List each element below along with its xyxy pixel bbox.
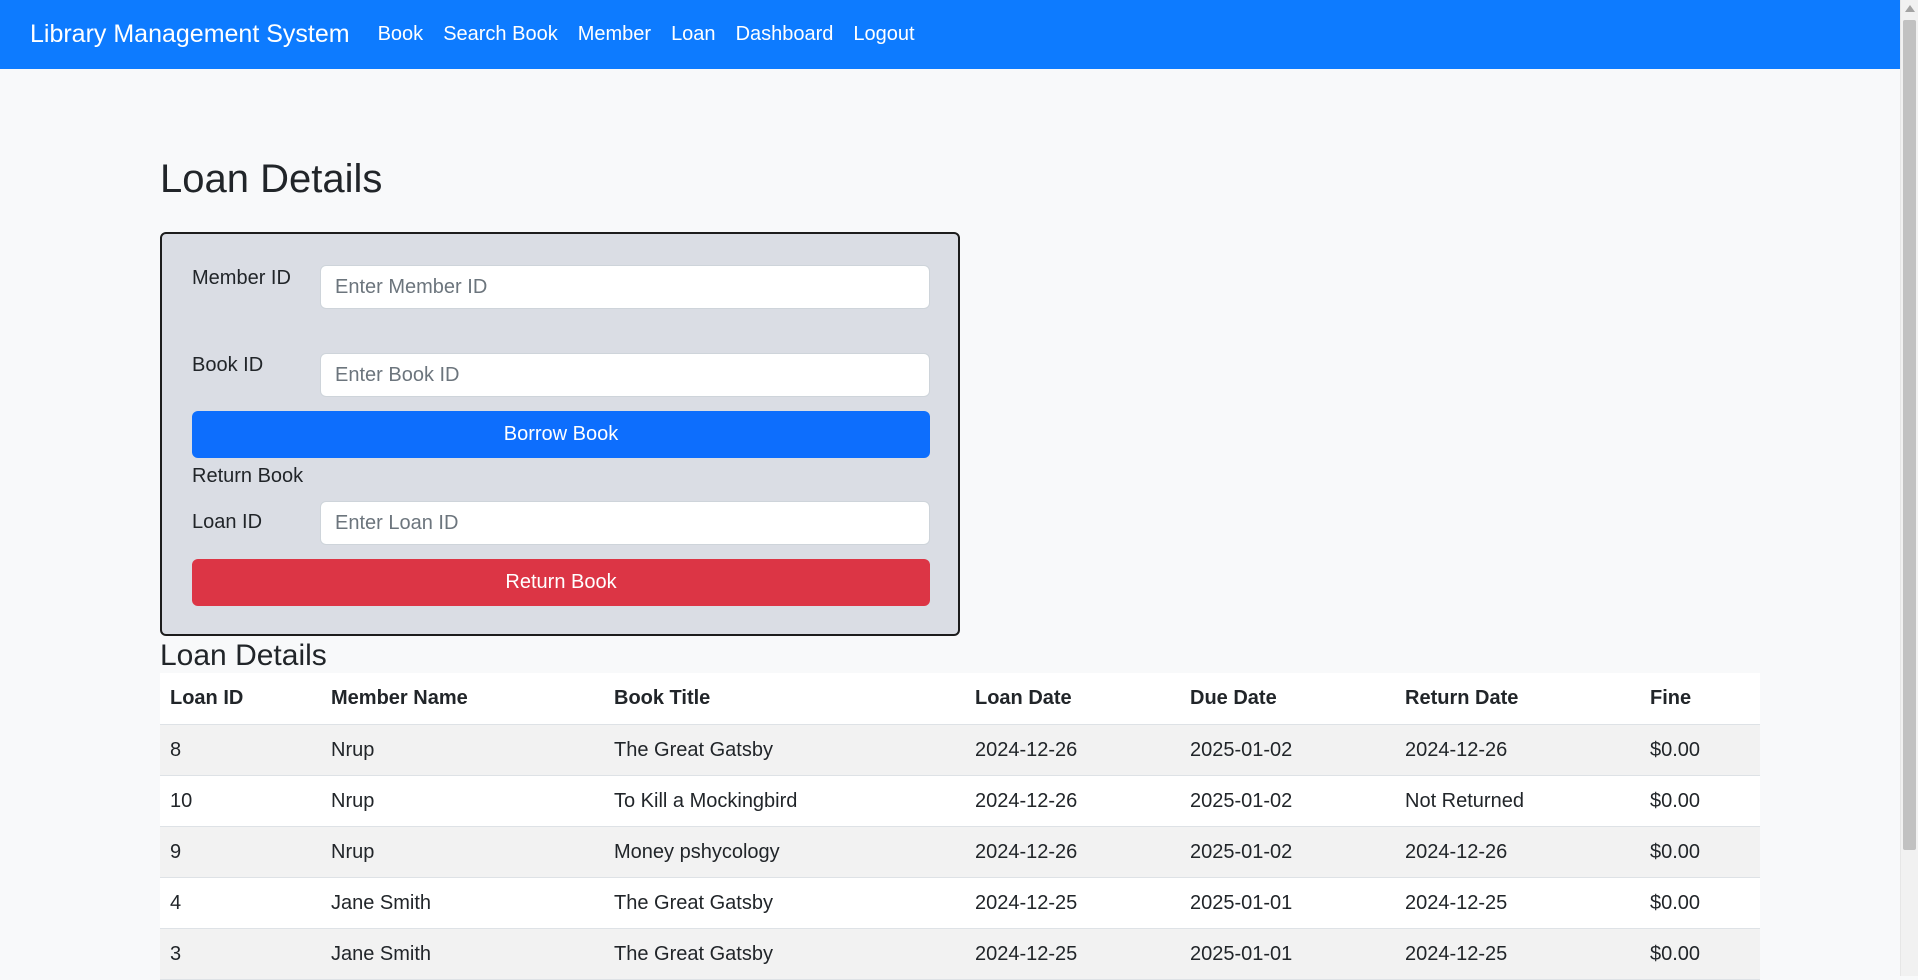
member-id-label: Member ID [192,267,291,289]
loan-form-card: Member ID Book ID Borrow Book Return Boo… [160,232,960,636]
cell-fine: $0.00 [1640,775,1760,827]
brand-link[interactable]: Library Management System [30,20,350,49]
cell-loan-id: 4 [160,877,321,929]
table-row: 4 Jane Smith The Great Gatsby 2024-12-25… [160,877,1760,929]
cell-fine: $0.00 [1640,877,1760,929]
column-header-loan-date: Loan Date [965,673,1180,725]
cell-book-title: The Great Gatsby [604,877,965,929]
table-row: 8 Nrup The Great Gatsby 2024-12-26 2025-… [160,724,1760,776]
cell-loan-date: 2024-12-25 [965,928,1180,980]
cell-loan-id: 8 [160,724,321,776]
column-header-member-name: Member Name [321,673,604,725]
cell-loan-id: 10 [160,775,321,827]
page-title: Loan Details [160,157,383,201]
page-scrollbar[interactable] [1900,0,1918,976]
cell-loan-date: 2024-12-26 [965,775,1180,827]
table-row: 10 Nrup To Kill a Mockingbird 2024-12-26… [160,775,1760,827]
member-id-input[interactable] [320,265,930,309]
scroll-thumb[interactable] [1903,20,1916,850]
cell-loan-id: 3 [160,928,321,980]
cell-return-date: 2024-12-25 [1395,928,1640,980]
cell-member-name: Nrup [321,775,604,827]
return-book-button[interactable]: Return Book [192,559,930,606]
cell-return-date: 2024-12-26 [1395,724,1640,776]
table-row: 3 Jane Smith The Great Gatsby 2024-12-25… [160,928,1760,980]
cell-member-name: Jane Smith [321,928,604,980]
table-row: 9 Nrup Money pshycology 2024-12-26 2025-… [160,826,1760,878]
cell-loan-date: 2024-12-25 [965,877,1180,929]
cell-due-date: 2025-01-01 [1180,928,1395,980]
nav-link-book[interactable]: Book [368,23,434,46]
column-header-return-date: Return Date [1395,673,1640,725]
cell-member-name: Jane Smith [321,877,604,929]
loan-id-label: Loan ID [192,511,263,533]
cell-book-title: The Great Gatsby [604,724,965,776]
nav-link-loan[interactable]: Loan [661,23,726,46]
nav-links: Book Search Book Member Loan Dashboard L… [368,23,925,46]
cell-due-date: 2025-01-02 [1180,775,1395,827]
cell-due-date: 2025-01-02 [1180,724,1395,776]
loan-id-input[interactable] [320,501,930,545]
cell-due-date: 2025-01-01 [1180,877,1395,929]
nav-link-dashboard[interactable]: Dashboard [726,23,844,46]
top-navbar: Library Management System Book Search Bo… [0,0,1900,69]
borrow-book-button[interactable]: Borrow Book [192,411,930,458]
column-header-fine: Fine [1640,673,1760,725]
loan-table-title: Loan Details [160,639,327,672]
nav-link-logout[interactable]: Logout [843,23,924,46]
cell-loan-date: 2024-12-26 [965,826,1180,878]
cell-member-name: Nrup [321,724,604,776]
cell-due-date: 2025-01-02 [1180,826,1395,878]
nav-link-member[interactable]: Member [568,23,661,46]
loan-table: Loan ID Member Name Book Title Loan Date… [160,673,1760,980]
cell-loan-id: 9 [160,826,321,878]
cell-member-name: Nrup [321,826,604,878]
cell-book-title: Money pshycology [604,826,965,878]
column-header-due-date: Due Date [1180,673,1395,725]
cell-book-title: The Great Gatsby [604,928,965,980]
cell-return-date: 2024-12-26 [1395,826,1640,878]
cell-fine: $0.00 [1640,826,1760,878]
cell-return-date: Not Returned [1395,775,1640,827]
table-header-row: Loan ID Member Name Book Title Loan Date… [160,673,1760,725]
column-header-book-title: Book Title [604,673,965,725]
cell-return-date: 2024-12-25 [1395,877,1640,929]
cell-loan-date: 2024-12-26 [965,724,1180,776]
nav-link-search-book[interactable]: Search Book [433,23,568,46]
cell-book-title: To Kill a Mockingbird [604,775,965,827]
cell-fine: $0.00 [1640,724,1760,776]
scroll-up-arrow-icon[interactable] [1905,5,1915,12]
book-id-input[interactable] [320,353,930,397]
cell-fine: $0.00 [1640,928,1760,980]
book-id-label: Book ID [192,354,264,376]
return-book-section-label: Return Book [192,465,304,487]
column-header-loan-id: Loan ID [160,673,321,725]
